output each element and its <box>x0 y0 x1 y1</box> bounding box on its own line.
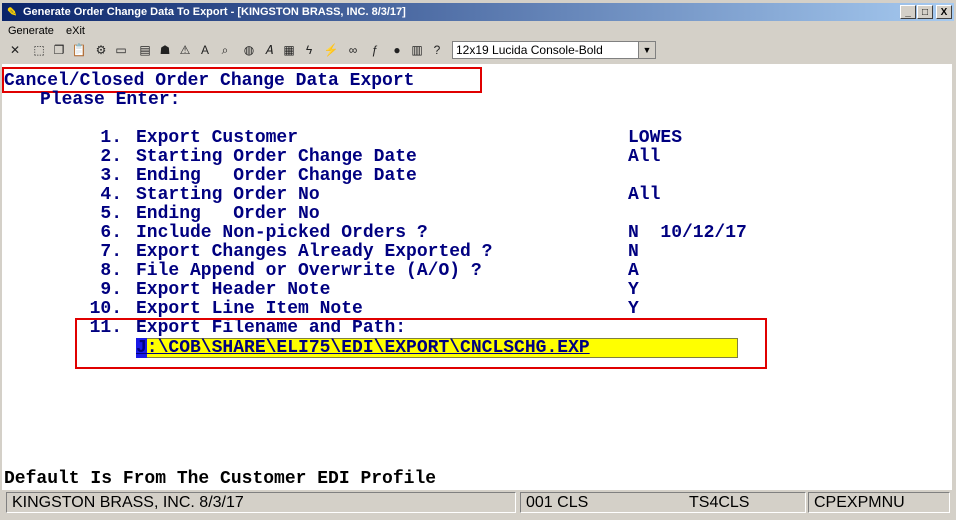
status-session-text: TS4CLS <box>689 494 750 511</box>
list-icon[interactable]: ▥ <box>408 41 426 59</box>
italic-icon[interactable]: 𝐴 <box>260 41 278 59</box>
item-number: 10. <box>89 299 122 319</box>
font-icon[interactable]: A <box>196 41 214 59</box>
document-icon[interactable]: ▤ <box>136 41 154 59</box>
item-value-non-picked[interactable]: N 10/12/17 <box>628 224 747 243</box>
function-icon[interactable]: ƒ <box>366 41 384 59</box>
footer-message: Default Is From The Customer EDI Profile <box>4 469 437 489</box>
item-value-already-exported[interactable]: N <box>628 243 639 262</box>
record-icon[interactable]: ● <box>388 41 406 59</box>
status-program: CPEXPMNU <box>808 492 950 513</box>
lightning-icon[interactable]: ϟ <box>300 41 318 59</box>
item-label: Export Changes Already Exported ? <box>136 242 493 262</box>
application-window: ✎ Generate Order Change Data To Export -… <box>0 0 956 520</box>
item-value-line-item-note[interactable]: Y <box>628 300 639 319</box>
help-icon[interactable]: ? <box>428 41 446 59</box>
warning-icon[interactable]: ⚠ <box>176 41 194 59</box>
item-number: 7. <box>100 242 122 262</box>
item-value-customer[interactable]: LOWES <box>628 129 682 148</box>
item-number: 1. <box>100 128 122 148</box>
item-number: 2. <box>100 147 122 167</box>
link-icon[interactable]: ∞ <box>344 41 362 59</box>
terminal-screen: Cancel/Closed Order Change Data Export P… <box>2 64 952 490</box>
menu-exit[interactable]: eXit <box>66 25 85 37</box>
minimize-button[interactable]: _ <box>900 5 916 19</box>
font-select-value: 12x19 Lucida Console-Bold <box>456 43 603 57</box>
item-value-start-date[interactable]: All <box>628 148 660 167</box>
item-label: File Append or Overwrite (A/O) ? <box>136 261 482 281</box>
status-program-text: CPEXPMNU <box>814 494 905 511</box>
font-select[interactable]: 12x19 Lucida Console-Bold ▼ <box>452 41 656 59</box>
item-value-append-overwrite[interactable]: A <box>628 262 639 281</box>
paste-icon[interactable]: 📋 <box>70 41 88 59</box>
close-x-icon[interactable]: ✕ <box>6 41 24 59</box>
item-label: Include Non-picked Orders ? <box>136 223 428 243</box>
macro-icon[interactable]: ⚡ <box>322 41 340 59</box>
item-number: 3. <box>100 166 122 186</box>
menu-generate[interactable]: Generate <box>8 25 54 37</box>
window-icon[interactable]: ▭ <box>112 41 130 59</box>
chevron-down-icon[interactable]: ▼ <box>638 42 655 58</box>
item-label: Export Line Item Note <box>136 299 363 319</box>
close-button[interactable]: X <box>936 5 952 19</box>
select-icon[interactable]: ⬚ <box>30 41 48 59</box>
copy-icon[interactable]: ❐ <box>50 41 68 59</box>
item-label: Ending Order No <box>136 204 320 224</box>
title-bar: ✎ Generate Order Change Data To Export -… <box>2 3 954 21</box>
globe-icon[interactable]: ◍ <box>240 41 258 59</box>
maximize-button[interactable]: □ <box>917 5 933 19</box>
status-code: 001 CLS TS4CLS <box>520 492 806 513</box>
item-number: 8. <box>100 261 122 281</box>
item-number: 5. <box>100 204 122 224</box>
item-label: Starting Order No <box>136 185 320 205</box>
item-number: 9. <box>100 280 122 300</box>
item-number: 6. <box>100 223 122 243</box>
prompt-text: Please Enter: <box>40 90 181 110</box>
image-icon[interactable]: ▦ <box>280 41 298 59</box>
status-company-text: KINGSTON BRASS, INC. 8/3/17 <box>12 494 244 511</box>
status-company: KINGSTON BRASS, INC. 8/3/17 <box>6 492 516 513</box>
settings-icon[interactable]: ⚙ <box>92 41 110 59</box>
status-code-text: 001 CLS <box>526 494 589 511</box>
app-icon: ✎ <box>6 5 18 19</box>
item-label: Export Header Note <box>136 280 331 300</box>
item-label: Export Customer <box>136 128 299 148</box>
item-label: Starting Order Change Date <box>136 147 417 167</box>
item-value-start-order[interactable]: All <box>628 186 660 205</box>
item-number: 4. <box>100 185 122 205</box>
user-icon[interactable]: ☗ <box>156 41 174 59</box>
item-label: Ending Order Change Date <box>136 166 417 186</box>
window-title: Generate Order Change Data To Export - [… <box>23 6 406 18</box>
search-icon[interactable]: ⌕ <box>216 41 234 59</box>
filename-highlight-box <box>75 318 767 369</box>
item-value-header-note[interactable]: Y <box>628 281 639 300</box>
status-bar: KINGSTON BRASS, INC. 8/3/17 001 CLS TS4C… <box>4 491 952 515</box>
